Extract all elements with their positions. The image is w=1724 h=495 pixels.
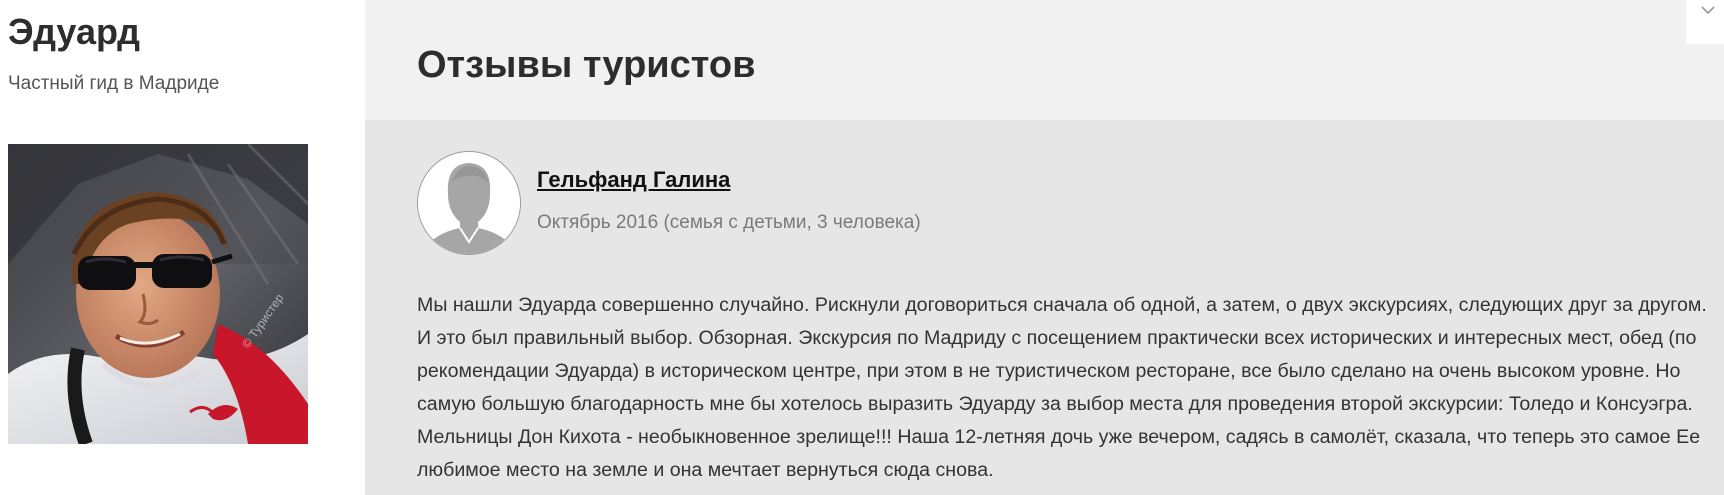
guide-portrait-image: © Туристер <box>8 144 308 444</box>
guide-name: Эдуард <box>8 11 140 52</box>
reviews-panel: Отзывы туристов Гельфанд Галина Октябрь … <box>365 0 1724 495</box>
reviews-header: Отзывы туристов <box>365 0 1724 120</box>
review-body: Мы нашли Эдуарда совершенно случайно. Ри… <box>417 294 1707 481</box>
user-silhouette-icon <box>418 152 520 254</box>
guide-subtitle: Частный гид в Мадриде <box>8 73 220 94</box>
chevron-down-icon <box>1701 6 1715 15</box>
review-text: Мы нашли Эдуарда совершенно случайно. Ри… <box>417 289 1707 487</box>
guide-sidebar: Эдуард Частный гид в Мадриде © Туристер <box>0 0 365 495</box>
review-meta: Октябрь 2016 (семья с детьми, 3 человека… <box>537 212 921 233</box>
guide-photo: © Туристер <box>8 144 308 444</box>
reviewer-name-link[interactable]: Гельфанд Галина <box>537 166 730 194</box>
reviewer-avatar <box>417 151 521 255</box>
corner-toggle-button[interactable] <box>1686 0 1724 44</box>
reviews-title: Отзывы туристов <box>417 44 756 86</box>
